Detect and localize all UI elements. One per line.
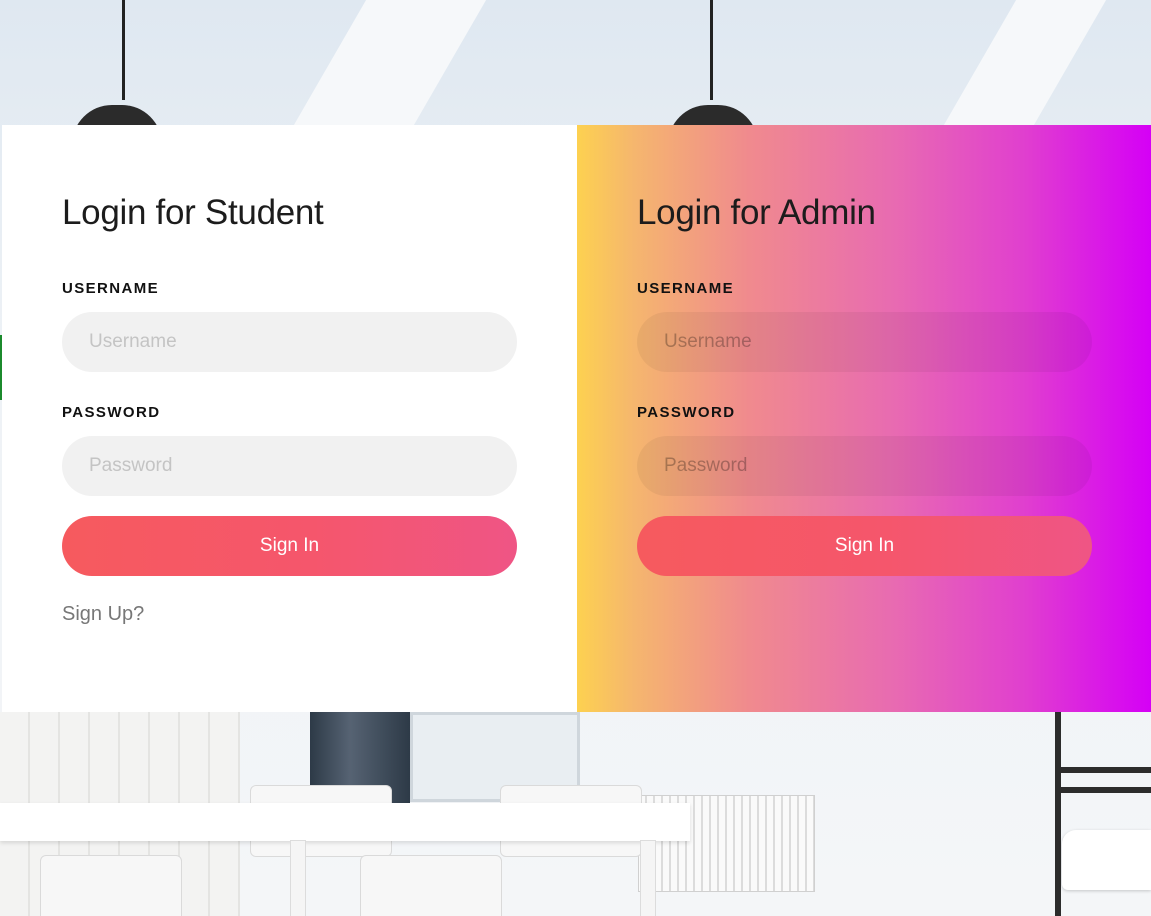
student-username-label: USERNAME bbox=[62, 280, 160, 297]
admin-username-input[interactable] bbox=[637, 312, 1092, 372]
student-login-panel: Login for Student USERNAME PASSWORD Sign… bbox=[2, 125, 577, 712]
table-leg bbox=[640, 840, 656, 916]
admin-sign-in-button[interactable]: Sign In bbox=[637, 516, 1092, 576]
chair bbox=[360, 855, 502, 916]
student-login-title: Login for Student bbox=[62, 193, 324, 232]
bunk-bar bbox=[1061, 767, 1151, 773]
ceiling-beam bbox=[943, 0, 1107, 125]
mattress bbox=[1062, 830, 1151, 890]
admin-login-title: Login for Admin bbox=[637, 193, 876, 232]
student-sign-in-button[interactable]: Sign In bbox=[62, 516, 517, 576]
admin-password-input[interactable] bbox=[637, 436, 1092, 496]
ceiling-beam bbox=[293, 0, 487, 125]
student-username-input[interactable] bbox=[62, 312, 517, 372]
table-leg bbox=[290, 840, 306, 916]
chair bbox=[40, 855, 182, 916]
admin-username-label: USERNAME bbox=[637, 280, 735, 297]
student-password-input[interactable] bbox=[62, 436, 517, 496]
bunk-bar bbox=[1061, 787, 1151, 793]
admin-password-label: PASSWORD bbox=[637, 404, 736, 421]
lamp-cord bbox=[122, 0, 125, 100]
student-password-label: PASSWORD bbox=[62, 404, 161, 421]
admin-login-panel: Login for Admin USERNAME PASSWORD Sign I… bbox=[577, 125, 1151, 712]
sign-up-link[interactable]: Sign Up? bbox=[62, 603, 144, 626]
table bbox=[0, 803, 690, 841]
lamp-cord bbox=[710, 0, 713, 100]
